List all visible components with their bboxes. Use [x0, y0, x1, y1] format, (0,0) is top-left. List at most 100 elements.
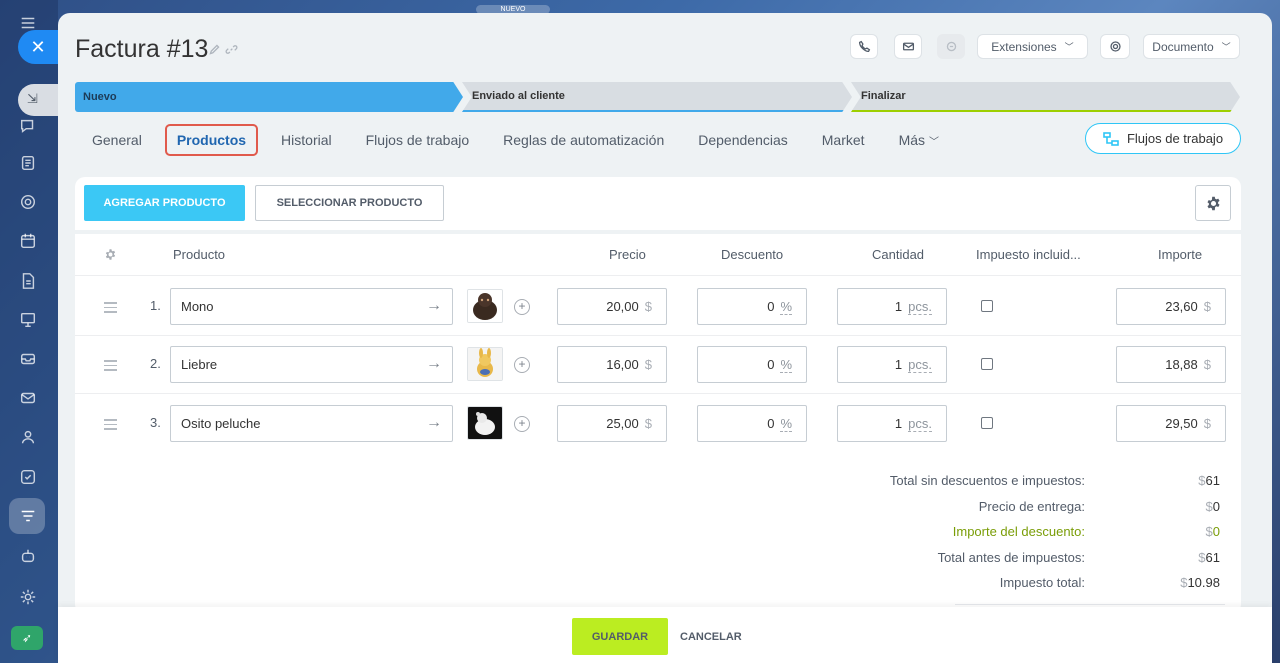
workflows-button[interactable]: Flujos de trabajo	[1085, 123, 1241, 154]
arrow-right-icon[interactable]: →	[426, 297, 442, 315]
quantity-unit-selector[interactable]: pcs.	[908, 416, 932, 432]
tax-included-checkbox[interactable]	[981, 417, 993, 429]
row-number: 2.	[150, 356, 161, 371]
header-tax-included: Impuesto incluid...	[976, 247, 1081, 262]
tab-market[interactable]: Market	[805, 132, 882, 148]
table-row: 1. Mono → + 20,00 $ 0 % 1 pcs. 23,60 $	[75, 277, 1241, 335]
feed-icon[interactable]	[17, 152, 39, 174]
arrow-right-icon[interactable]: →	[426, 355, 442, 373]
amount-input[interactable]: 18,88 $	[1116, 346, 1226, 383]
inbox-icon[interactable]	[17, 348, 39, 370]
extensions-label: Extensiones	[991, 39, 1057, 54]
discount-input[interactable]: 0 %	[697, 405, 807, 442]
row-number: 3.	[150, 415, 161, 430]
amount-input[interactable]: 23,60 $	[1116, 288, 1226, 325]
cancel-button[interactable]: CANCELAR	[680, 618, 742, 655]
price-input[interactable]: 20,00 $	[557, 288, 667, 325]
extensions-dropdown[interactable]: Extensiones ﹀	[977, 34, 1088, 59]
product-image-hare[interactable]	[467, 347, 503, 381]
discount-unit-selector[interactable]: %	[780, 299, 792, 315]
total-tax-label: Impuesto total:	[999, 575, 1085, 590]
close-slider-button[interactable]: ✕	[18, 30, 58, 64]
stage-enviado[interactable]: Enviado al cliente	[462, 82, 852, 112]
phone-icon	[858, 40, 870, 53]
call-button[interactable]	[850, 34, 878, 59]
tab-historial[interactable]: Historial	[264, 132, 349, 148]
settings-icon[interactable]	[17, 586, 39, 608]
tab-mas[interactable]: Más ﹀	[882, 132, 956, 148]
select-product-button[interactable]: SELECCIONAR PRODUCTO	[255, 185, 444, 221]
arrow-right-icon[interactable]: →	[426, 414, 442, 432]
save-button[interactable]: GUARDAR	[572, 618, 668, 655]
sidebar-selected-item[interactable]	[9, 498, 45, 534]
tab-general[interactable]: General	[75, 132, 159, 148]
tasks-icon[interactable]	[17, 466, 39, 488]
sidebar-active-tab[interactable]: ⇲	[18, 84, 58, 116]
total-no-discount-value: $61	[1198, 473, 1220, 488]
product-name-field[interactable]: Mono →	[170, 288, 453, 325]
tab-productos[interactable]: Productos	[164, 124, 259, 156]
chat-button[interactable]	[937, 34, 965, 59]
drag-handle-icon[interactable]	[104, 419, 117, 433]
settings-button[interactable]	[1100, 34, 1130, 59]
product-name-field[interactable]: Osito peluche →	[170, 405, 453, 442]
currency-symbol: $	[644, 357, 652, 372]
calendar-icon[interactable]	[17, 230, 39, 252]
column-settings-icon[interactable]	[104, 248, 117, 266]
stage-nuevo[interactable]: Nuevo	[75, 82, 463, 112]
product-name-field[interactable]: Liebre →	[170, 346, 453, 383]
discount-unit-selector[interactable]: %	[780, 357, 792, 373]
product-image-monkey[interactable]	[467, 289, 503, 323]
amount-input[interactable]: 29,50 $	[1116, 405, 1226, 442]
target-icon[interactable]	[17, 191, 39, 213]
email-button[interactable]	[894, 34, 922, 59]
total-tax-value: $10.98	[1180, 575, 1220, 590]
table-settings-button[interactable]	[1195, 185, 1231, 221]
price-value: 16,00	[606, 357, 639, 372]
tax-included-checkbox[interactable]	[981, 358, 993, 370]
stage-finalizar[interactable]: Finalizar	[851, 82, 1240, 112]
add-product-button[interactable]: AGREGAR PRODUCTO	[84, 185, 245, 221]
title-actions	[208, 43, 238, 56]
drag-handle-icon[interactable]	[104, 360, 117, 374]
presentation-icon[interactable]	[17, 309, 39, 331]
document-icon[interactable]	[17, 270, 39, 292]
quantity-unit-selector[interactable]: pcs.	[908, 357, 932, 373]
price-input[interactable]: 25,00 $	[557, 405, 667, 442]
add-image-button[interactable]: +	[514, 299, 530, 315]
tax-included-checkbox[interactable]	[981, 300, 993, 312]
chevron-down-icon: ﹀	[929, 137, 940, 148]
discount-input[interactable]: 0 %	[697, 346, 807, 383]
tab-flujos[interactable]: Flujos de trabajo	[349, 132, 487, 148]
chat-icon[interactable]	[17, 115, 39, 137]
delivery-price-value: $0	[1206, 499, 1220, 514]
quantity-input[interactable]: 1 pcs.	[837, 405, 947, 442]
mail-icon[interactable]	[17, 387, 39, 409]
quantity-unit-selector[interactable]: pcs.	[908, 299, 932, 315]
document-dropdown[interactable]: Documento ﹀	[1143, 34, 1240, 59]
drag-handle-icon[interactable]	[104, 302, 117, 316]
discount-input[interactable]: 0 %	[697, 288, 807, 325]
link-icon[interactable]	[225, 43, 238, 56]
discount-unit-selector[interactable]: %	[780, 416, 792, 432]
quantity-input[interactable]: 1 pcs.	[837, 346, 947, 383]
form-footer: GUARDAR CANCELAR	[58, 607, 1272, 663]
rocket-icon[interactable]: ➶	[11, 626, 43, 650]
quantity-input[interactable]: 1 pcs.	[837, 288, 947, 325]
tab-dependencias[interactable]: Dependencias	[681, 132, 805, 148]
currency-symbol: $	[1205, 499, 1213, 514]
chevron-down-icon: ﹀	[1221, 42, 1231, 52]
row-number: 1.	[150, 298, 161, 313]
edit-icon[interactable]	[208, 43, 221, 56]
header-quantity: Cantidad	[872, 247, 925, 262]
contacts-icon[interactable]	[17, 426, 39, 448]
add-image-button[interactable]: +	[514, 416, 530, 432]
add-image-button[interactable]: +	[514, 357, 530, 373]
funnel-icon	[17, 505, 39, 527]
discount-value: 0	[767, 357, 775, 372]
product-image-teddy[interactable]	[467, 406, 503, 440]
price-input[interactable]: 16,00 $	[557, 346, 667, 383]
tab-reglas[interactable]: Reglas de automatización	[486, 132, 681, 148]
total-before-tax-amount: 61	[1205, 550, 1220, 565]
robot-icon[interactable]	[17, 545, 39, 567]
